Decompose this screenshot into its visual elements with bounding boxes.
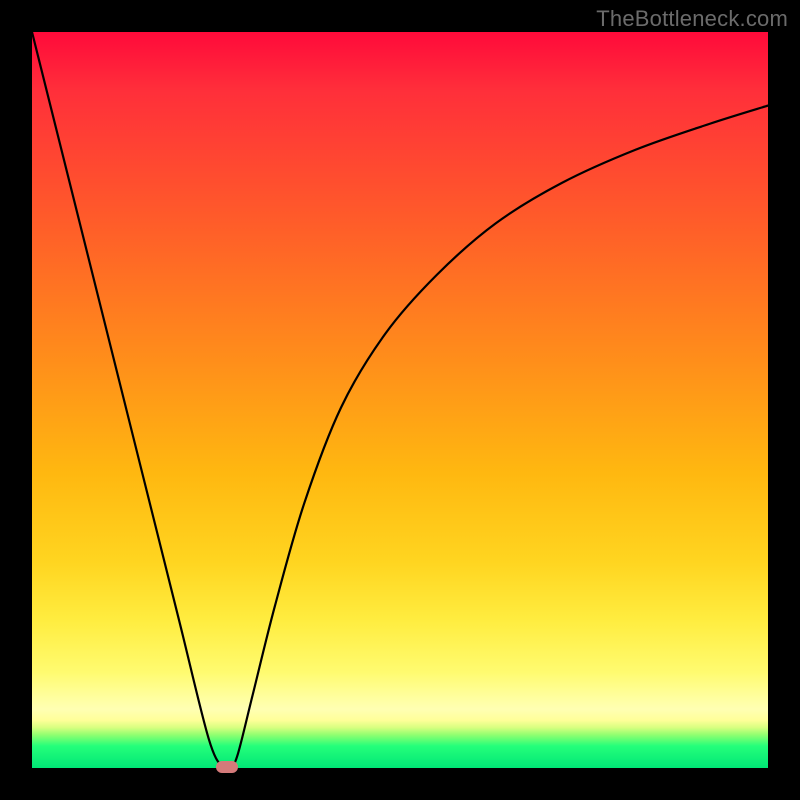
- bottleneck-curve: [32, 32, 768, 768]
- plot-area: [32, 32, 768, 768]
- watermark-text: TheBottleneck.com: [596, 6, 788, 32]
- chart-frame: TheBottleneck.com: [0, 0, 800, 800]
- optimum-marker: [216, 761, 238, 773]
- curve-layer: [32, 32, 768, 768]
